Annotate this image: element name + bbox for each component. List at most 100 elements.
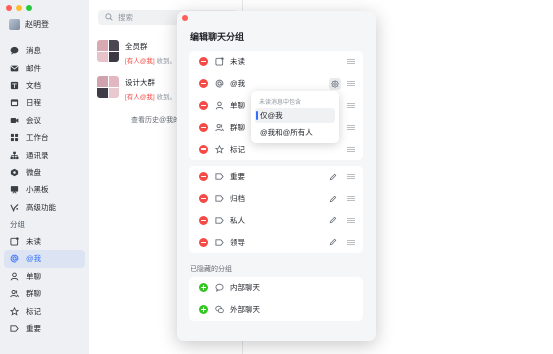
group-icon <box>215 123 224 132</box>
sidebar-group-groupchat[interactable]: 群聊 <box>0 285 89 302</box>
dropdown-option-me-and-all[interactable]: @我和@所有人 <box>255 125 335 140</box>
view-history-link[interactable]: 查看历史@我的 <box>131 115 180 125</box>
tag-icon <box>215 194 224 203</box>
sidebar-item-label: 标记 <box>26 306 41 316</box>
sidebar-item-label: 消息 <box>26 46 41 56</box>
tag-icon <box>215 216 224 225</box>
sidebar-item-drive[interactable]: 微盘 <box>0 164 89 181</box>
calendar-icon <box>10 98 19 107</box>
drag-handle[interactable] <box>347 196 355 202</box>
sidebar-item-messages[interactable]: 消息 <box>0 42 89 59</box>
drag-handle[interactable] <box>347 146 355 152</box>
sidebar-item-mail[interactable]: 邮件 <box>0 59 89 76</box>
group-avatar <box>97 76 119 98</box>
group-name: 内部聊天 <box>230 283 260 293</box>
sidebar-item-label: 高级功能 <box>26 202 56 212</box>
hidden-groups-header: 已隐藏的分组 <box>190 266 232 273</box>
grid-icon <box>10 133 19 142</box>
maximize-window-button[interactable] <box>26 5 32 11</box>
drive-icon <box>10 168 19 177</box>
chat-bubble-icon <box>215 283 224 293</box>
drag-handle[interactable] <box>347 174 355 180</box>
close-window-button[interactable] <box>6 5 12 11</box>
window-controls <box>6 5 32 11</box>
chat-preview-text: 收到。 <box>154 58 177 65</box>
drag-handle[interactable] <box>347 217 355 223</box>
dropdown-option-only-me[interactable]: 仅@我 <box>255 108 335 123</box>
drag-handle[interactable] <box>347 102 355 108</box>
remove-group-button[interactable] <box>199 215 208 225</box>
hidden-row-internal: 内部聊天 <box>189 277 363 299</box>
drag-handle[interactable] <box>347 59 355 65</box>
group-row-important: 重要 <box>189 166 363 188</box>
sidebar-item-label: 工作台 <box>26 133 49 143</box>
video-icon <box>10 116 19 125</box>
hidden-row-external: 外部聊天 <box>189 299 363 321</box>
sidebar-item-advanced[interactable]: 高级功能 <box>0 199 89 216</box>
drag-handle[interactable] <box>347 81 355 87</box>
drag-handle[interactable] <box>347 239 355 245</box>
sidebar-item-label: 未读 <box>26 237 41 247</box>
star-icon <box>215 144 224 154</box>
profile[interactable]: 赵明登 <box>9 19 49 30</box>
at-icon <box>215 79 224 88</box>
sidebar-item-label: 通讯录 <box>26 150 49 160</box>
group-settings-button[interactable] <box>329 77 341 90</box>
remove-group-button[interactable] <box>199 79 208 89</box>
edit-group-button[interactable] <box>329 173 337 181</box>
group-name: @我 <box>230 79 246 89</box>
sidebar-item-label: 小黑板 <box>26 185 49 195</box>
sidebar-group-at-me[interactable]: @我 <box>4 250 85 268</box>
sidebar-group-starred[interactable]: 标记 <box>0 302 89 319</box>
sidebar-item-label: 重要 <box>26 324 41 334</box>
remove-group-button[interactable] <box>199 194 208 204</box>
edit-group-button[interactable] <box>329 195 337 203</box>
at-icon <box>10 254 19 263</box>
group-row-archive: 归档 <box>189 188 363 210</box>
person-icon <box>215 101 224 110</box>
custom-groups-card: 重要 归档 私人 领导 <box>189 166 363 254</box>
sidebar-item-calendar[interactable]: 日程 <box>0 94 89 111</box>
sidebar-item-board[interactable]: 小黑板 <box>0 181 89 198</box>
unread-icon <box>10 237 19 246</box>
sidebar-item-contacts[interactable]: 通讯录 <box>0 146 89 163</box>
sidebar-item-label: 单聊 <box>26 271 41 281</box>
remove-group-button[interactable] <box>199 122 208 132</box>
group-name: 群聊 <box>230 122 245 132</box>
add-group-button[interactable] <box>199 305 208 315</box>
remove-group-button[interactable] <box>199 144 208 154</box>
edit-group-button[interactable] <box>329 238 337 246</box>
sidebar-group-important[interactable]: 重要 <box>0 320 89 337</box>
person-icon <box>10 272 19 281</box>
add-group-button[interactable] <box>199 283 208 293</box>
external-chat-icon <box>215 305 224 314</box>
drag-handle[interactable] <box>347 124 355 130</box>
avatar[interactable] <box>9 19 20 30</box>
sidebar-group-unread[interactable]: 未读 <box>0 233 89 250</box>
dialog-title: 编辑聊天分组 <box>190 32 245 42</box>
remove-group-button[interactable] <box>199 100 208 110</box>
group-section-header: 分组 <box>10 219 25 229</box>
group-icon <box>10 289 19 298</box>
pencil-icon <box>329 173 337 181</box>
edit-group-button[interactable] <box>329 216 337 224</box>
chat-title: 全员群 <box>125 42 148 51</box>
contacts-icon <box>10 151 19 160</box>
sidebar-item-label: 文档 <box>26 80 41 90</box>
sidebar-item-docs[interactable]: 文档 <box>0 77 89 94</box>
unread-icon <box>215 57 224 66</box>
dialog-close-button[interactable] <box>182 15 188 21</box>
remove-group-button[interactable] <box>199 172 208 182</box>
remove-group-button[interactable] <box>199 237 208 247</box>
sidebar-item-label: @我 <box>26 254 42 264</box>
chat-bubble-icon <box>10 46 19 55</box>
sidebar-item-workbench[interactable]: 工作台 <box>0 129 89 146</box>
group-name: 领导 <box>230 237 245 247</box>
minimize-window-button[interactable] <box>16 5 22 11</box>
sidebar-group-direct[interactable]: 单聊 <box>0 268 89 285</box>
mention-tag: [有人@我] <box>125 58 155 65</box>
mail-icon <box>10 64 19 73</box>
remove-group-button[interactable] <box>199 57 208 67</box>
group-name: 标记 <box>230 144 245 154</box>
sidebar-item-meetings[interactable]: 会议 <box>0 112 89 129</box>
